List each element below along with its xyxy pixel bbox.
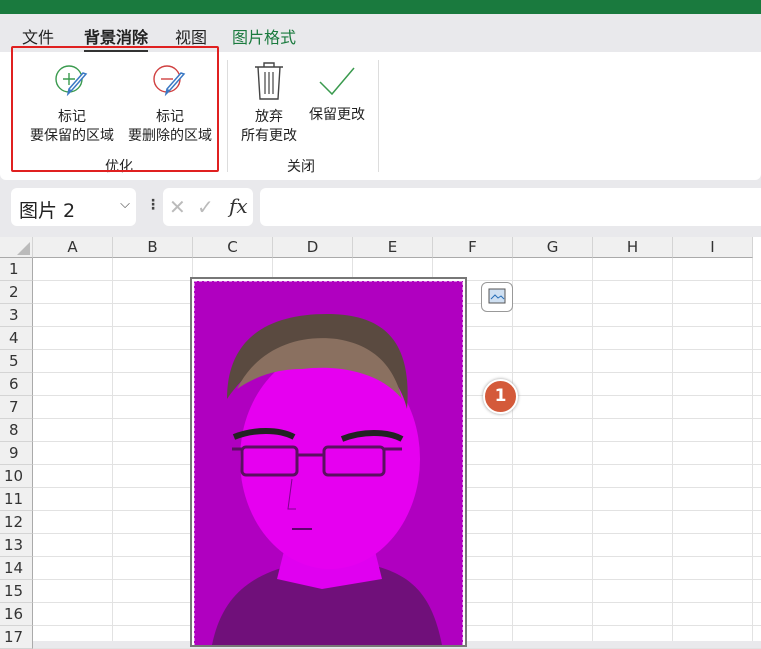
enter-check-icon[interactable]: ✓ — [197, 195, 214, 219]
name-box-value: 图片 2 — [19, 200, 76, 222]
divider — [378, 60, 379, 172]
column-header-B[interactable]: B — [113, 237, 193, 258]
row-header-11[interactable]: 11 — [0, 488, 33, 511]
column-header-H[interactable]: H — [593, 237, 673, 258]
row-header-4[interactable]: 4 — [0, 327, 33, 350]
row-header-16[interactable]: 16 — [0, 603, 33, 626]
row-header-8[interactable]: 8 — [0, 419, 33, 442]
row-header-9[interactable]: 9 — [0, 442, 33, 465]
row-header-3[interactable]: 3 — [0, 304, 33, 327]
portrait-image — [193, 280, 464, 648]
column-header-I[interactable]: I — [673, 237, 753, 258]
divider — [227, 60, 228, 172]
row-header-13[interactable]: 13 — [0, 534, 33, 557]
row-header-5[interactable]: 5 — [0, 350, 33, 373]
gridline — [512, 258, 513, 641]
column-header-A[interactable]: A — [33, 237, 113, 258]
group-label-close: 关闭 — [287, 159, 315, 175]
checkmark-icon — [319, 67, 355, 96]
gridline — [752, 258, 753, 641]
trash-icon — [255, 62, 283, 100]
row-header-17[interactable]: 17 — [0, 626, 33, 649]
row-header-10[interactable]: 10 — [0, 465, 33, 488]
tab-background-removal[interactable]: 背景消除 — [84, 24, 149, 52]
column-header-E[interactable]: E — [353, 237, 433, 258]
row-header-1[interactable]: 1 — [0, 258, 33, 281]
formula-buttons: ✕ ✓ fx — [163, 188, 253, 226]
row-header-12[interactable]: 12 — [0, 511, 33, 534]
keep-changes-button[interactable]: 保留更改 — [304, 64, 370, 125]
keep-changes-label: 保留更改 — [309, 107, 365, 123]
column-header-F[interactable]: F — [433, 237, 513, 258]
corner-triangle-icon — [17, 242, 30, 255]
row-header-14[interactable]: 14 — [0, 557, 33, 580]
column-header-G[interactable]: G — [513, 237, 593, 258]
gridline — [672, 258, 673, 641]
step-callout-badge: 1 — [483, 379, 518, 414]
row-header-15[interactable]: 15 — [0, 580, 33, 603]
image-layout-icon — [488, 288, 506, 304]
layout-options-button[interactable] — [481, 282, 513, 312]
title-bar — [0, 0, 761, 14]
cancel-icon[interactable]: ✕ — [169, 195, 186, 219]
discard-label-1: 放弃 — [255, 109, 283, 125]
column-header-D[interactable]: D — [273, 237, 353, 258]
row-header-7[interactable]: 7 — [0, 396, 33, 419]
column-header-C[interactable]: C — [193, 237, 273, 258]
tab-view[interactable]: 视图 — [175, 24, 207, 48]
highlight-box — [11, 46, 219, 172]
discard-label-2: 所有更改 — [241, 128, 297, 144]
insert-function-button[interactable]: fx — [229, 194, 248, 218]
name-box[interactable]: 图片 2 ⌵ — [11, 188, 136, 226]
gridline — [112, 258, 113, 641]
picture-2[interactable] — [190, 277, 467, 648]
row-header-6[interactable]: 6 — [0, 373, 33, 396]
chevron-down-icon[interactable]: ⌵ — [120, 197, 130, 212]
more-options-icon[interactable]: ⋮ — [146, 197, 160, 213]
row-header-2[interactable]: 2 — [0, 281, 33, 304]
discard-changes-button[interactable]: 放弃 所有更改 — [236, 60, 302, 146]
select-all-corner[interactable] — [0, 237, 33, 258]
tab-picture-format[interactable]: 图片格式 — [232, 24, 296, 48]
tab-file[interactable]: 文件 — [22, 24, 54, 48]
formula-input[interactable] — [260, 188, 761, 226]
gridline — [592, 258, 593, 641]
